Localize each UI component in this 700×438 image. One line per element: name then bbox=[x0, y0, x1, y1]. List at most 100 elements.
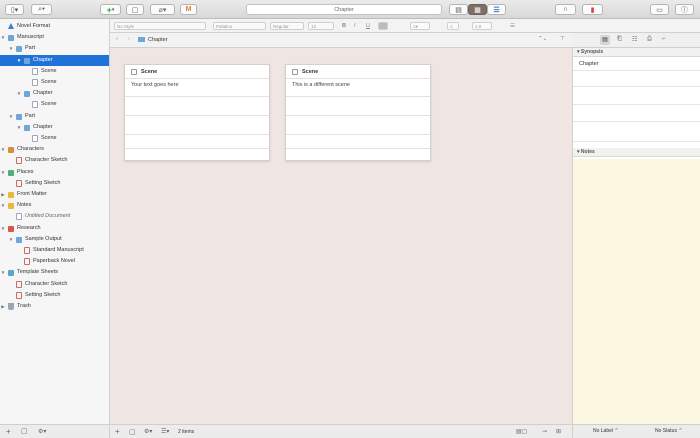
disclosure-triangle-icon[interactable]: ▼ bbox=[8, 43, 14, 54]
add-folder-button[interactable]: ▢ bbox=[126, 4, 144, 15]
disclosure-triangle-icon[interactable]: ▶ bbox=[0, 301, 6, 312]
disclosure-triangle-icon[interactable]: ▼ bbox=[16, 88, 22, 99]
corkboard-mode-icon[interactable]: ▤▢ bbox=[516, 428, 527, 435]
disclosure-triangle-icon[interactable]: ▼ bbox=[0, 32, 6, 43]
highlight-button[interactable]: ≡ bbox=[447, 22, 459, 30]
binder-item[interactable]: Paperback Novel bbox=[0, 256, 109, 267]
disclosure-triangle-icon[interactable]: ▼ bbox=[16, 122, 22, 133]
index-card[interactable]: Scene Your text goes here bbox=[124, 64, 270, 161]
binder-item[interactable]: ▼ Chapter bbox=[0, 122, 109, 133]
gear-icon[interactable]: ⚙▾ bbox=[38, 428, 46, 435]
card-checkbox-icon[interactable] bbox=[292, 69, 298, 75]
disclosure-triangle-icon[interactable]: ▼ bbox=[0, 200, 6, 211]
card-checkbox-icon[interactable] bbox=[131, 69, 137, 75]
quick-search-button[interactable]: ⌕▾ bbox=[31, 4, 52, 15]
view-corkboard-button[interactable]: ▦ bbox=[468, 4, 487, 15]
keywords-button[interactable]: ▭ bbox=[650, 4, 669, 15]
status-select[interactable]: No Status ⌃ bbox=[655, 425, 683, 438]
snapshots-tab-icon[interactable]: ⎙ bbox=[647, 36, 652, 43]
snapshot-button[interactable]: ∩ bbox=[555, 4, 576, 15]
add-item-icon[interactable]: + bbox=[6, 427, 11, 436]
disclosure-triangle-icon[interactable]: ▼ bbox=[8, 234, 14, 245]
bookmarks-tab-icon[interactable]: ⎗ bbox=[617, 36, 622, 43]
breadcrumb[interactable]: Chapter bbox=[148, 37, 168, 43]
synopsis-title[interactable]: Chapter bbox=[579, 61, 599, 67]
binder-item[interactable]: Untitled Document bbox=[0, 211, 109, 222]
binder-toggle-button[interactable]: ▯▾ bbox=[5, 4, 24, 15]
binder-item[interactable]: ▶ Front Matter bbox=[0, 189, 109, 200]
forward-arrow-icon[interactable]: › bbox=[128, 36, 130, 42]
view-outline-button[interactable]: ☰ bbox=[487, 4, 506, 15]
binder-item[interactable]: ▼ Chapter bbox=[0, 54, 109, 66]
notes-text-area[interactable] bbox=[573, 159, 700, 424]
binder-item[interactable]: Novel Format bbox=[0, 21, 109, 32]
binder-item[interactable]: Standard Manuscript bbox=[0, 245, 109, 256]
binder-item[interactable]: Scene bbox=[0, 66, 109, 77]
card-title[interactable]: Scene bbox=[141, 69, 157, 75]
label-select[interactable]: No Label ⌃ bbox=[593, 425, 619, 438]
disclosure-triangle-icon[interactable]: ▼ bbox=[0, 167, 6, 178]
binder-item[interactable]: ▼ Research bbox=[0, 223, 109, 234]
document-title-field[interactable]: Chapter bbox=[246, 4, 442, 15]
grid-icon[interactable]: ⊞ bbox=[556, 428, 561, 435]
line-spacing-select[interactable]: 1.0 bbox=[472, 22, 492, 30]
binder-item[interactable]: Character Sketch bbox=[0, 155, 109, 166]
inspector-toggle-button[interactable]: ⓘ bbox=[675, 4, 694, 15]
index-card[interactable]: Scene This is a different scene bbox=[285, 64, 431, 161]
binder-item[interactable]: ▼ Notes bbox=[0, 200, 109, 211]
comments-tab-icon[interactable]: ⌐ bbox=[662, 36, 666, 42]
binder-item[interactable]: ▼ Part bbox=[0, 111, 109, 122]
back-arrow-icon[interactable]: ‹ bbox=[116, 36, 118, 42]
card-synopsis[interactable]: This is a different scene bbox=[292, 82, 350, 88]
binder-item[interactable]: Scene bbox=[0, 99, 109, 110]
gear-icon[interactable]: ⚙▾ bbox=[144, 428, 152, 435]
disclosure-triangle-icon[interactable]: ▼ bbox=[0, 144, 6, 155]
binder-item[interactable]: Scene bbox=[0, 77, 109, 88]
card-title[interactable]: Scene bbox=[302, 69, 318, 75]
split-icon[interactable]: ⊤ bbox=[560, 36, 565, 42]
binder-item[interactable]: ▶ Trash bbox=[0, 301, 109, 312]
binder-item[interactable]: Scene bbox=[0, 133, 109, 144]
view-scrivenings-button[interactable]: ▤ bbox=[449, 4, 468, 15]
disclosure-triangle-icon[interactable]: ▼ bbox=[0, 267, 6, 278]
list-icon[interactable]: ☰▾ bbox=[161, 428, 169, 435]
metadata-tab-icon[interactable]: ☷ bbox=[632, 36, 637, 43]
binder-item[interactable]: ▼ Characters bbox=[0, 144, 109, 155]
binder-item[interactable]: ▼ Sample Output bbox=[0, 234, 109, 245]
underline-button[interactable]: U bbox=[366, 22, 370, 30]
disclosure-triangle-icon[interactable]: ▼ bbox=[0, 223, 6, 234]
bold-button[interactable]: B bbox=[342, 22, 346, 30]
binder-item[interactable]: ▼ Chapter bbox=[0, 88, 109, 99]
binder-item[interactable]: ▼ Template Sheets bbox=[0, 267, 109, 278]
revision-button[interactable]: ▮ bbox=[582, 4, 603, 15]
binder-item[interactable]: ▼ Places bbox=[0, 167, 109, 178]
alignment-select[interactable]: ≡▾ bbox=[410, 22, 430, 30]
notes-tab-icon[interactable]: ▤ bbox=[600, 35, 610, 45]
compile-button[interactable]: M bbox=[180, 4, 197, 15]
binder-item[interactable]: Setting Sketch bbox=[0, 290, 109, 301]
disclosure-triangle-icon[interactable]: ▼ bbox=[8, 111, 14, 122]
add-card-icon[interactable]: + bbox=[115, 427, 120, 436]
style-select[interactable]: No Style bbox=[114, 22, 206, 30]
notes-header[interactable]: ▾ Notes bbox=[573, 148, 700, 157]
synopsis-header[interactable]: ▾ Synopsis bbox=[573, 48, 700, 57]
zoom-icon[interactable]: ⊸ bbox=[542, 428, 547, 435]
attachment-button[interactable]: ⌀▾ bbox=[150, 4, 175, 15]
binder-item[interactable]: ▼ Part bbox=[0, 43, 109, 54]
list-button[interactable]: ☰ bbox=[510, 22, 515, 30]
font-size-select[interactable]: 12 bbox=[308, 22, 334, 30]
add-document-button[interactable]: + ▾ bbox=[100, 4, 121, 15]
font-family-select[interactable]: Palatino bbox=[213, 22, 266, 30]
binder-item[interactable]: ▼ Manuscript bbox=[0, 32, 109, 43]
text-color-button[interactable] bbox=[378, 22, 388, 30]
card-synopsis[interactable]: Your text goes here bbox=[131, 82, 179, 88]
folder-icon[interactable]: ▢ bbox=[21, 427, 28, 435]
disclosure-triangle-icon[interactable]: ▶ bbox=[0, 189, 6, 200]
font-weight-select[interactable]: Regular bbox=[270, 22, 304, 30]
italic-button[interactable]: I bbox=[354, 22, 356, 30]
binder-item[interactable]: Character Sketch bbox=[0, 279, 109, 290]
folder-icon[interactable]: ▢ bbox=[129, 428, 136, 436]
binder-item[interactable]: Setting Sketch bbox=[0, 178, 109, 189]
chevron-up-down-icon[interactable]: ⌃⌄ bbox=[538, 36, 547, 42]
disclosure-triangle-icon[interactable]: ▼ bbox=[16, 55, 22, 66]
